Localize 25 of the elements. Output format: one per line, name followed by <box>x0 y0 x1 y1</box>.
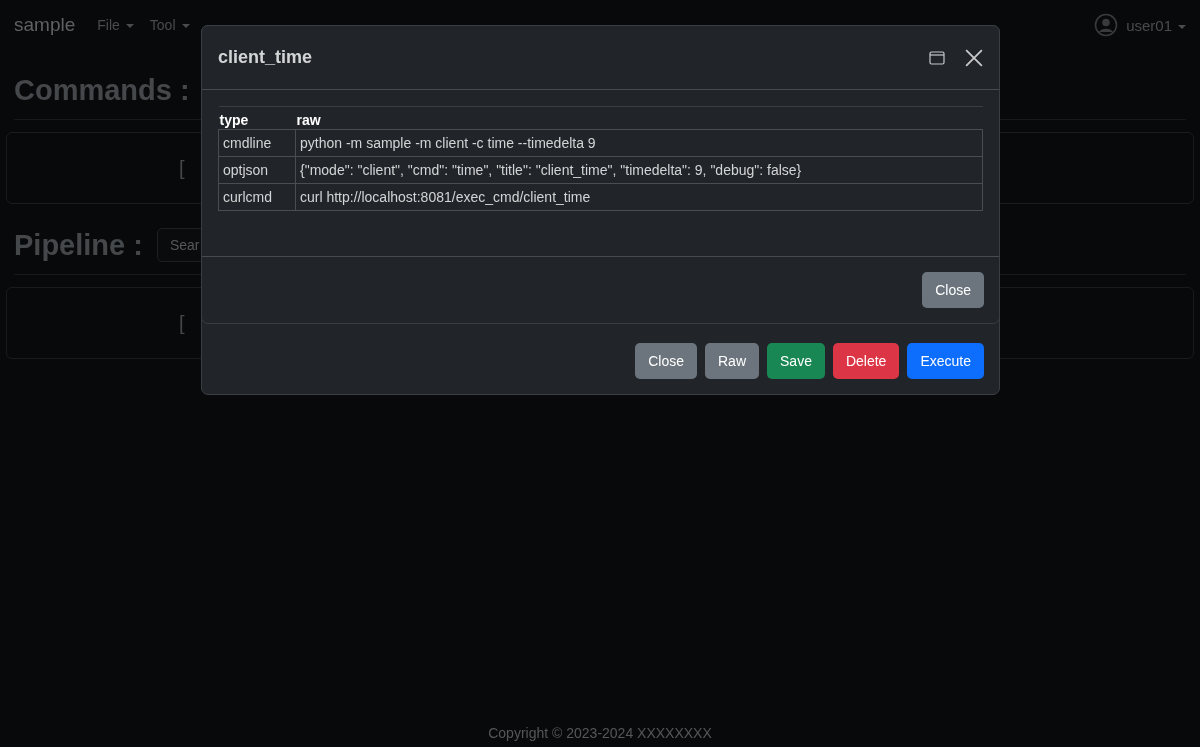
user-avatar-icon <box>1094 13 1119 37</box>
copyright-text: Copyright © 2023-2024 XXXXXXXX <box>487 725 713 741</box>
user-menu[interactable]: user01 <box>1126 16 1186 34</box>
maximize-icon[interactable] <box>929 49 945 66</box>
table-cell: curlcmd <box>218 183 296 211</box>
table-cell: optjson <box>218 156 296 184</box>
menu-item[interactable]: Tool <box>149 17 190 33</box>
section-title: Pipeline : <box>14 228 143 262</box>
secondary-action-button[interactable]: Raw <box>705 343 759 379</box>
close-icon[interactable] <box>965 48 983 67</box>
danger-action-button[interactable]: Delete <box>832 343 900 379</box>
table-cell: python -m sample -m client -c time --timedelta 9 <box>295 129 983 157</box>
table-cell: cmdline <box>218 129 296 157</box>
menu-item[interactable]: File <box>97 17 134 33</box>
success-action-button[interactable]: Save <box>767 343 825 379</box>
close-button[interactable]: Close <box>922 272 984 308</box>
secondary-action-button[interactable]: Close <box>635 343 697 379</box>
section-title: Commands : <box>14 74 190 107</box>
column-header: raw <box>295 106 983 130</box>
table-cell: curl http://localhost:8081/exec_cmd/client_time <box>295 183 983 211</box>
brand-name[interactable]: sample <box>14 14 76 36</box>
modal-title: client_time <box>218 47 314 68</box>
column-header: type <box>218 106 296 130</box>
table-cell: {"mode": "client", "cmd": "time", "title": "client_time", "timedelta": 9, "debug": false} <box>295 156 983 184</box>
primary-action-button[interactable]: Execute <box>907 343 984 379</box>
